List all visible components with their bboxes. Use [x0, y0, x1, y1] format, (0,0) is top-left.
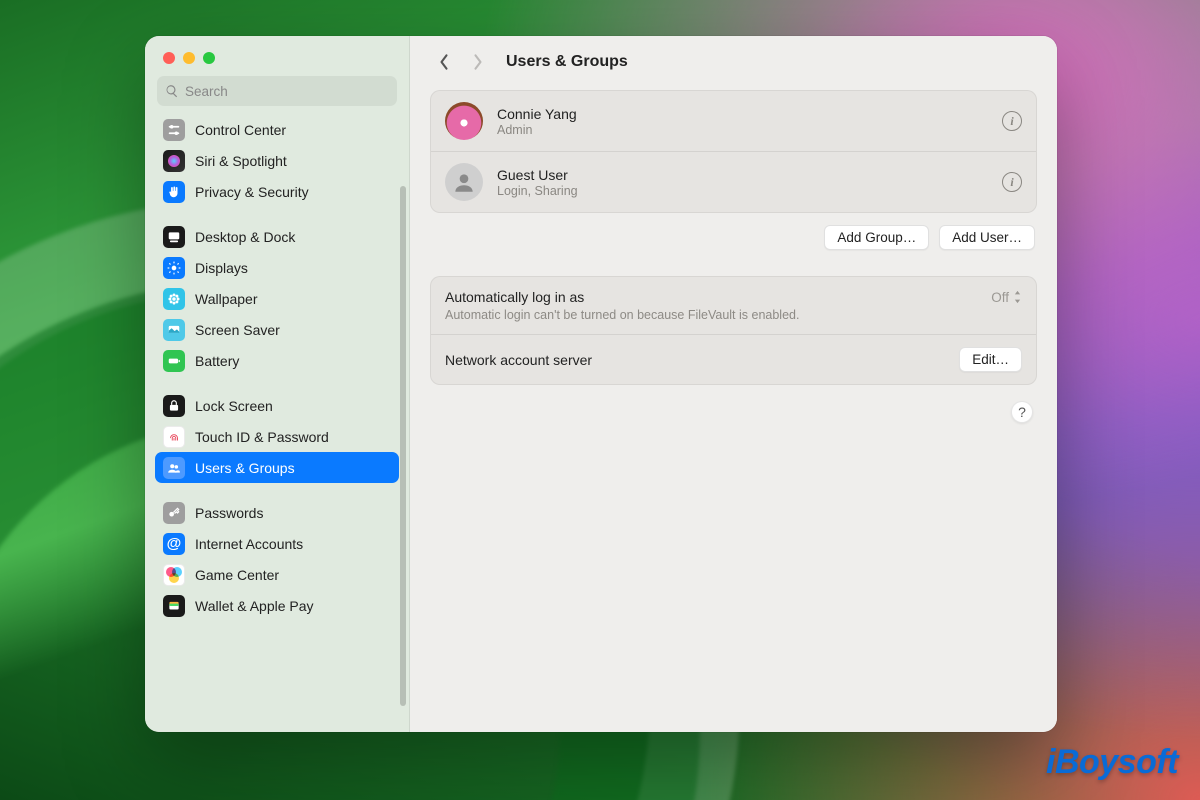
- window-controls: [145, 36, 409, 64]
- sidebar-item-game-center[interactable]: Game Center: [155, 559, 399, 590]
- zoom-window-button[interactable]: [203, 52, 215, 64]
- dock-icon: [163, 226, 185, 248]
- key-icon: [163, 502, 185, 524]
- auto-login-label: Automatically log in as: [445, 289, 584, 305]
- sidebar-item-control-center[interactable]: Control Center: [155, 114, 399, 145]
- info-icon[interactable]: i: [1002, 172, 1022, 192]
- user-role: Admin: [497, 123, 577, 137]
- sidebar-item-label: Passwords: [195, 505, 263, 521]
- search-input[interactable]: Search: [157, 76, 397, 106]
- edit-button[interactable]: Edit…: [959, 347, 1022, 372]
- add-group-button[interactable]: Add Group…: [824, 225, 929, 250]
- auto-login-desc: Automatic login can't be turned on becau…: [445, 308, 1022, 322]
- back-button[interactable]: [432, 50, 456, 74]
- avatar: [445, 163, 483, 201]
- at-icon: @: [163, 533, 185, 555]
- sidebar-item-label: Desktop & Dock: [195, 229, 295, 245]
- users-list: Connie Yang Admin i Guest User Login, Sh…: [430, 90, 1037, 213]
- sidebar-item-label: Wallet & Apple Pay: [195, 598, 314, 614]
- screensaver-icon: [163, 319, 185, 341]
- search-icon: [165, 84, 179, 98]
- sliders-icon: [163, 119, 185, 141]
- add-user-button[interactable]: Add User…: [939, 225, 1035, 250]
- sidebar-item-wallpaper[interactable]: Wallpaper: [155, 283, 399, 314]
- sidebar-item-siri-spotlight[interactable]: Siri & Spotlight: [155, 145, 399, 176]
- auto-login-row: Automatically log in as Off Automatic lo…: [431, 277, 1036, 334]
- chevron-updown-icon: [1013, 290, 1022, 304]
- login-options: Automatically log in as Off Automatic lo…: [430, 276, 1037, 385]
- sidebar-item-desktop-dock[interactable]: Desktop & Dock: [155, 221, 399, 252]
- sidebar-item-label: Users & Groups: [195, 460, 295, 476]
- sidebar-item-battery[interactable]: Battery: [155, 345, 399, 376]
- user-row[interactable]: Connie Yang Admin i: [431, 91, 1036, 151]
- sidebar-item-label: Siri & Spotlight: [195, 153, 287, 169]
- settings-window: Search Control Center Siri & Spotlight P…: [145, 36, 1057, 732]
- wallet-icon: [163, 595, 185, 617]
- siri-icon: [163, 150, 185, 172]
- user-name: Guest User: [497, 167, 578, 183]
- brightness-icon: [163, 257, 185, 279]
- user-actions: Add Group… Add User…: [430, 213, 1037, 250]
- sidebar-item-screen-saver[interactable]: Screen Saver: [155, 314, 399, 345]
- sidebar-item-label: Touch ID & Password: [195, 429, 329, 445]
- header: Users & Groups: [410, 36, 1057, 84]
- sidebar-item-internet-accounts[interactable]: @ Internet Accounts: [155, 528, 399, 559]
- lock-icon: [163, 395, 185, 417]
- sidebar-item-label: Control Center: [195, 122, 286, 138]
- forward-button[interactable]: [466, 50, 490, 74]
- sidebar-item-label: Displays: [195, 260, 248, 276]
- close-window-button[interactable]: [163, 52, 175, 64]
- fingerprint-icon: [163, 426, 185, 448]
- page-title: Users & Groups: [506, 53, 628, 71]
- sidebar: Search Control Center Siri & Spotlight P…: [145, 36, 410, 732]
- sidebar-item-label: Internet Accounts: [195, 536, 303, 552]
- sidebar-scrollbar[interactable]: [400, 186, 406, 706]
- sidebar-item-label: Privacy & Security: [195, 184, 309, 200]
- sidebar-item-touch-id[interactable]: Touch ID & Password: [155, 421, 399, 452]
- sidebar-item-privacy-security[interactable]: Privacy & Security: [155, 176, 399, 207]
- content-pane: Users & Groups Connie Yang Admin i Guest…: [410, 36, 1057, 732]
- hand-icon: [163, 181, 185, 203]
- network-server-label: Network account server: [445, 352, 592, 368]
- user-name: Connie Yang: [497, 106, 577, 122]
- flower-icon: [163, 288, 185, 310]
- sidebar-item-label: Wallpaper: [195, 291, 258, 307]
- watermark: iBoysoft: [1046, 743, 1178, 782]
- sidebar-item-wallet-apple-pay[interactable]: Wallet & Apple Pay: [155, 590, 399, 621]
- sidebar-item-label: Game Center: [195, 567, 279, 583]
- sidebar-item-lock-screen[interactable]: Lock Screen: [155, 390, 399, 421]
- info-icon[interactable]: i: [1002, 111, 1022, 131]
- search-placeholder: Search: [185, 84, 228, 99]
- sidebar-list: Control Center Siri & Spotlight Privacy …: [145, 114, 409, 732]
- sidebar-item-displays[interactable]: Displays: [155, 252, 399, 283]
- auto-login-value: Off: [991, 290, 1009, 305]
- auto-login-popup[interactable]: Off: [991, 290, 1022, 305]
- minimize-window-button[interactable]: [183, 52, 195, 64]
- avatar: [445, 102, 483, 140]
- sidebar-item-label: Battery: [195, 353, 239, 369]
- battery-icon: [163, 350, 185, 372]
- user-row[interactable]: Guest User Login, Sharing i: [431, 151, 1036, 212]
- sidebar-item-passwords[interactable]: Passwords: [155, 497, 399, 528]
- sidebar-item-label: Lock Screen: [195, 398, 273, 414]
- network-server-row: Network account server Edit…: [431, 334, 1036, 384]
- users-icon: [163, 457, 185, 479]
- help-button[interactable]: ?: [1011, 401, 1033, 423]
- sidebar-item-label: Screen Saver: [195, 322, 280, 338]
- user-role: Login, Sharing: [497, 184, 578, 198]
- sidebar-item-users-groups[interactable]: Users & Groups: [155, 452, 399, 483]
- game-center-icon: [163, 564, 185, 586]
